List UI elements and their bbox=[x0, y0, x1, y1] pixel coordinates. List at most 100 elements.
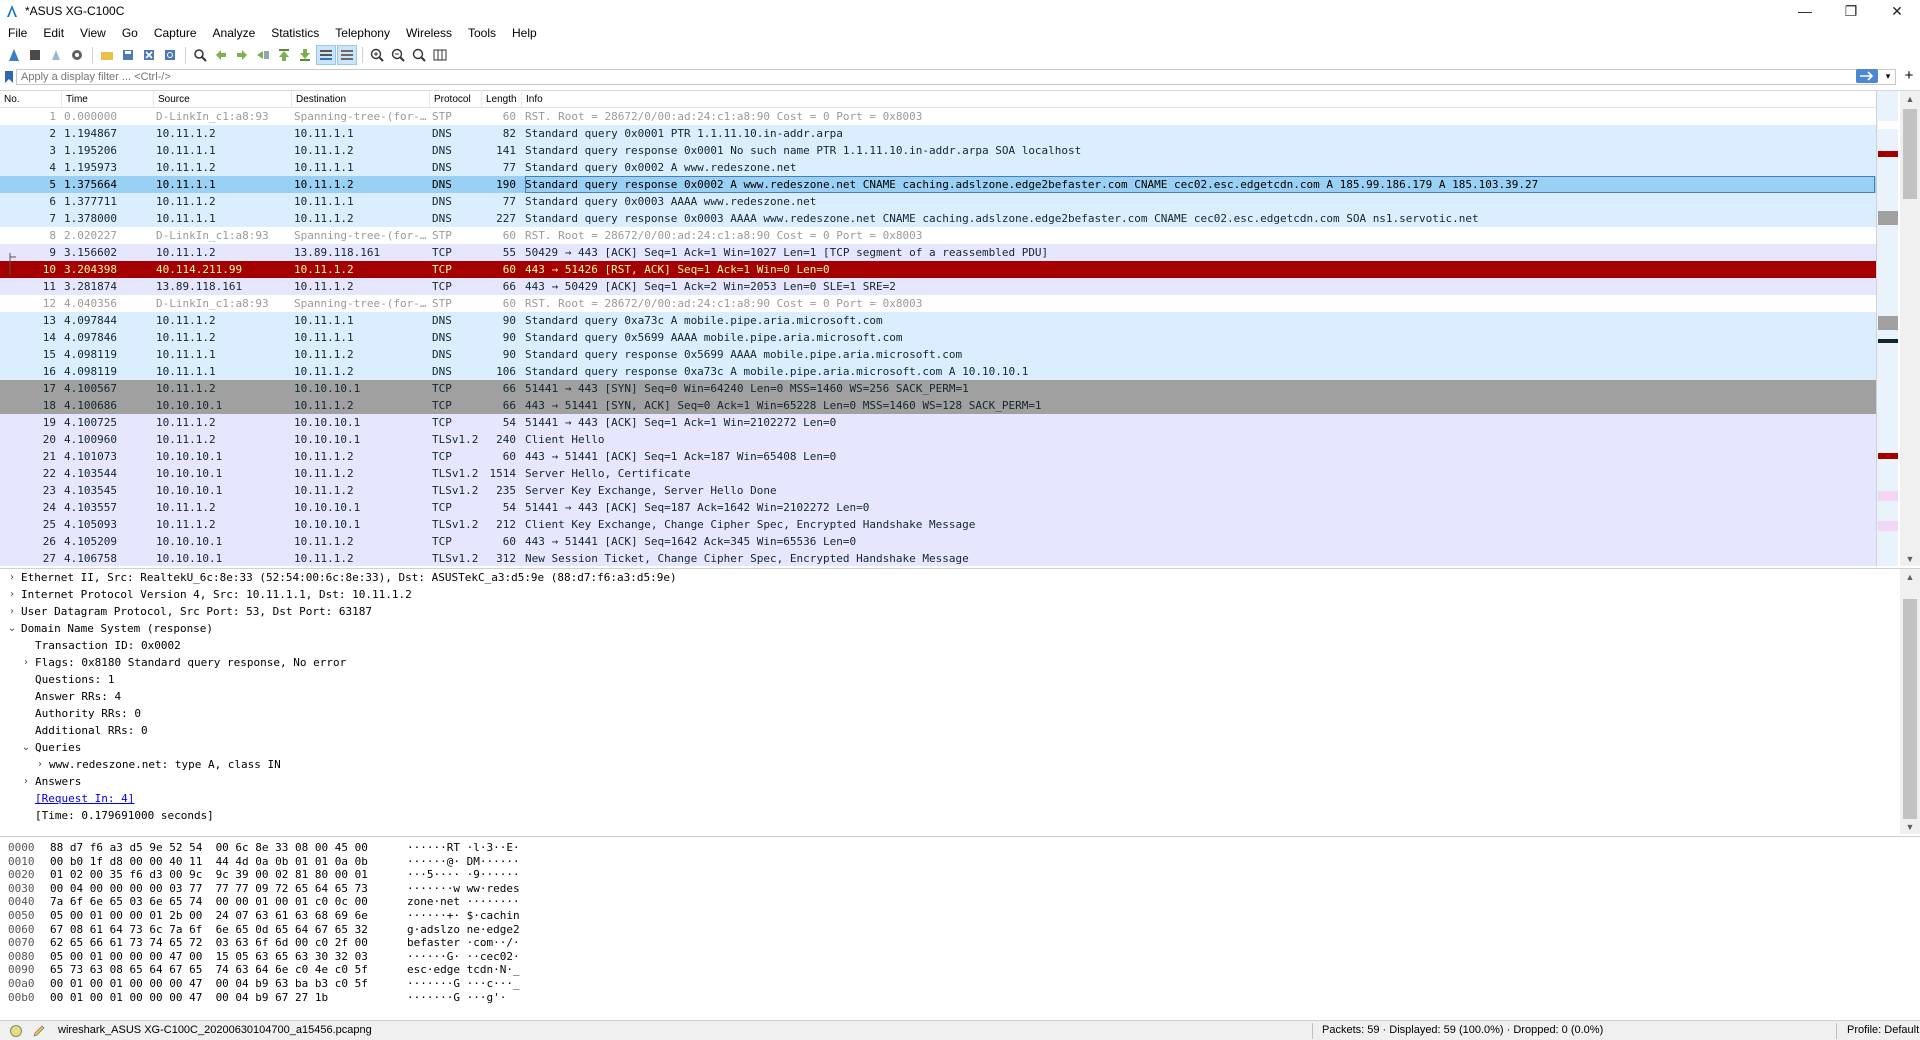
scroll-up-chevron-icon[interactable]: ▲ bbox=[1900, 569, 1920, 585]
last-packet-icon[interactable] bbox=[295, 45, 315, 65]
scroll-down-chevron-icon[interactable]: ▼ bbox=[1900, 551, 1920, 566]
hex-row[interactable]: 00b0 00 01 00 01 00 00 00 47 00 04 b9 67 … bbox=[0, 991, 1920, 1005]
restart-capture-icon[interactable] bbox=[46, 45, 66, 65]
packet-row[interactable]: 6 1.377711 10.11.1.2 10.11.1.1 DNS 77 Standard… bbox=[0, 193, 1876, 210]
detail-tree-item[interactable]: › Ethernet II, Src: RealtekU_6c:8e:33 (52… bbox=[0, 569, 1920, 586]
hex-row[interactable]: 0090 65 73 63 08 65 64 67 65 74 63 64 6e … bbox=[0, 963, 1920, 977]
menu-go[interactable]: Go bbox=[114, 23, 146, 43]
packet-row[interactable]: 17 4.100567 10.11.1.2 10.10.10.1 TCP 66 51441 … bbox=[0, 380, 1876, 397]
detail-tree-item[interactable]: Questions: 1 bbox=[0, 671, 1920, 688]
filter-bookmark-icon[interactable] bbox=[2, 69, 16, 85]
details-scrollbar[interactable]: ▲ ▼ bbox=[1900, 569, 1920, 834]
scroll-down-chevron-icon[interactable]: ▼ bbox=[1900, 819, 1920, 834]
column-header-time[interactable]: Time bbox=[62, 91, 154, 108]
hex-row[interactable]: 0020 01 02 00 35 f6 d3 00 9c 9c 39 00 02 … bbox=[0, 868, 1920, 882]
capture-comment-pencil-icon[interactable] bbox=[32, 1024, 46, 1038]
detail-tree-item[interactable]: ⌄ Domain Name System (response) bbox=[0, 620, 1920, 637]
hex-row[interactable]: 0010 00 b0 1f d8 00 00 40 11 44 4d 0a 0b … bbox=[0, 855, 1920, 869]
column-header-no[interactable]: No. bbox=[0, 91, 62, 108]
packet-row[interactable]: 13 4.097844 10.11.1.2 10.11.1.1 DNS 90 Standar… bbox=[0, 312, 1876, 329]
profile-selector[interactable]: Profile: Default bbox=[1847, 1024, 1919, 1036]
hex-row[interactable]: 0030 00 04 00 00 00 00 03 77 77 77 09 72 … bbox=[0, 882, 1920, 896]
packet-row[interactable]: 26 4.105209 10.10.10.1 10.11.1.2 TCP 60 443 → … bbox=[0, 533, 1876, 550]
detail-tree-item[interactable]: Transaction ID: 0x0002 bbox=[0, 637, 1920, 654]
menu-statistics[interactable]: Statistics bbox=[263, 23, 327, 43]
detail-tree-item[interactable]: Authority RRs: 0 bbox=[0, 705, 1920, 722]
menu-tools[interactable]: Tools bbox=[460, 23, 504, 43]
packet-row[interactable]: 27 4.106758 10.10.10.1 10.11.1.2 TLSv1.2 312 N… bbox=[0, 550, 1876, 566]
hex-row[interactable]: 0070 62 65 66 61 73 74 65 72 03 63 6f 6d … bbox=[0, 936, 1920, 950]
packet-row[interactable]: 11 3.281874 13.89.118.161 10.11.1.2 TCP 66 443… bbox=[0, 278, 1876, 295]
zoom-in-icon[interactable] bbox=[367, 45, 387, 65]
hex-row[interactable]: 0060 67 08 61 64 73 6c 7a 6f 6e 65 0d 65 … bbox=[0, 923, 1920, 937]
open-file-icon[interactable] bbox=[97, 45, 117, 65]
column-header-destination[interactable]: Destination bbox=[292, 91, 430, 108]
expand-chevron-down-icon[interactable]: ⌄ bbox=[20, 739, 32, 756]
menu-telephony[interactable]: Telephony bbox=[327, 23, 398, 43]
detail-tree-item[interactable]: › Answers bbox=[0, 773, 1920, 790]
packet-row[interactable]: 23 4.103545 10.10.10.1 10.11.1.2 TLSv1.2 235 S… bbox=[0, 482, 1876, 499]
packet-row[interactable]: 18 4.100686 10.10.10.1 10.11.1.2 TCP 66 443 → … bbox=[0, 397, 1876, 414]
scroll-thumb[interactable] bbox=[1903, 109, 1917, 199]
menu-edit[interactable]: Edit bbox=[35, 23, 72, 43]
packet-row[interactable]: 2 1.194867 10.11.1.2 10.11.1.1 DNS 82 Standard… bbox=[0, 125, 1876, 142]
resize-columns-icon[interactable] bbox=[430, 45, 450, 65]
go-forward-icon[interactable] bbox=[232, 45, 252, 65]
expand-chevron-right-icon[interactable]: › bbox=[6, 603, 18, 620]
autoscroll-icon[interactable] bbox=[316, 45, 336, 65]
display-filter-input[interactable] bbox=[16, 69, 1896, 85]
menu-wireless[interactable]: Wireless bbox=[398, 23, 460, 43]
minimize-button[interactable]: — bbox=[1782, 0, 1828, 22]
save-file-icon[interactable] bbox=[118, 45, 138, 65]
add-filter-button-plus-icon[interactable]: + bbox=[1902, 68, 1916, 84]
packet-row[interactable]: 19 4.100725 10.11.1.2 10.10.10.1 TCP 54 51441 … bbox=[0, 414, 1876, 431]
menu-capture[interactable]: Capture bbox=[146, 23, 205, 43]
column-header-info[interactable]: Info bbox=[522, 91, 1876, 108]
menu-analyze[interactable]: Analyze bbox=[205, 23, 264, 43]
request-in-link[interactable]: [Request In: 4] bbox=[35, 790, 134, 807]
packet-row[interactable]: 22 4.103544 10.10.10.1 10.11.1.2 TLSv1.2 1514… bbox=[0, 465, 1876, 482]
close-button[interactable]: ✕ bbox=[1874, 0, 1920, 22]
packet-row-selected[interactable]: 5 1.375664 10.11.1.1 10.11.1.2 DNS 190 Standar… bbox=[0, 176, 1876, 193]
detail-tree-item[interactable]: Additional RRs: 0 bbox=[0, 722, 1920, 739]
packet-row[interactable]: 20 4.100960 10.11.1.2 10.10.10.1 TLSv1.2 240 C… bbox=[0, 431, 1876, 448]
expand-chevron-right-icon[interactable]: › bbox=[20, 773, 32, 790]
packet-row[interactable]: 25 4.105093 10.11.1.2 10.10.10.1 TLSv1.2 212 C… bbox=[0, 516, 1876, 533]
detail-tree-item[interactable]: ⌄ Queries bbox=[0, 739, 1920, 756]
zoom-out-icon[interactable] bbox=[388, 45, 408, 65]
menu-view[interactable]: View bbox=[72, 23, 114, 43]
first-packet-icon[interactable] bbox=[274, 45, 294, 65]
hex-row[interactable]: 0080 05 00 01 00 00 00 47 00 15 05 63 65 … bbox=[0, 950, 1920, 964]
go-back-icon[interactable] bbox=[211, 45, 231, 65]
expand-chevron-right-icon[interactable]: › bbox=[6, 569, 18, 586]
expand-chevron-right-icon[interactable]: › bbox=[6, 586, 18, 603]
start-capture-icon[interactable] bbox=[4, 45, 24, 65]
detail-tree-item[interactable]: › www.redeszone.net: type A, class IN bbox=[0, 756, 1920, 773]
apply-filter-arrow-icon[interactable] bbox=[1856, 69, 1878, 83]
packet-row[interactable]: 8 2.020227 D-LinkIn_c1:a8:93 Spanning-tree-… bbox=[0, 227, 1876, 244]
scroll-up-chevron-icon[interactable]: ▲ bbox=[1900, 91, 1920, 107]
expand-chevron-right-icon[interactable]: › bbox=[34, 756, 46, 773]
expand-chevron-right-icon[interactable]: › bbox=[20, 654, 32, 671]
detail-tree-item[interactable]: [Time: 0.179691000 seconds] bbox=[0, 807, 1920, 824]
colorize-icon[interactable] bbox=[337, 45, 357, 65]
packet-row[interactable]: 16 4.098119 10.11.1.1 10.11.1.2 DNS 106 Standa… bbox=[0, 363, 1876, 380]
stop-capture-icon[interactable] bbox=[25, 45, 45, 65]
packet-row[interactable]: 14 4.097846 10.11.1.2 10.11.1.1 DNS 90 Standar… bbox=[0, 329, 1876, 346]
normal-size-icon[interactable] bbox=[409, 45, 429, 65]
column-header-protocol[interactable]: Protocol bbox=[430, 91, 482, 108]
hex-row[interactable]: 0000 88 d7 f6 a3 d5 9e 52 54 00 6c 8e 33 … bbox=[0, 841, 1920, 855]
column-header-length[interactable]: Length bbox=[482, 91, 522, 108]
filter-history-chevron-down-icon[interactable]: ▾ bbox=[1882, 69, 1894, 83]
expert-info-led-icon[interactable] bbox=[10, 1025, 22, 1037]
close-file-icon[interactable] bbox=[139, 45, 159, 65]
packet-row[interactable]: 12 4.040356 D-LinkIn_c1:a8:93 Spanning-tree… bbox=[0, 295, 1876, 312]
packet-row[interactable]: 4 1.195973 10.11.1.2 10.11.1.1 DNS 77 Standard… bbox=[0, 159, 1876, 176]
packet-minimap[interactable] bbox=[1876, 91, 1898, 566]
packet-row[interactable]: 15 4.098119 10.11.1.1 10.11.1.2 DNS 90 Standar… bbox=[0, 346, 1876, 363]
hex-row[interactable]: 0040 7a 6f 6e 65 03 6e 65 74 00 00 01 00 … bbox=[0, 895, 1920, 909]
detail-tree-item[interactable]: › User Datagram Protocol, Src Port: 53, D… bbox=[0, 603, 1920, 620]
packet-row[interactable]: 24 4.103557 10.11.1.2 10.10.10.1 TCP 54 51441 … bbox=[0, 499, 1876, 516]
find-packet-icon[interactable] bbox=[190, 45, 210, 65]
column-header-source[interactable]: Source bbox=[154, 91, 292, 108]
